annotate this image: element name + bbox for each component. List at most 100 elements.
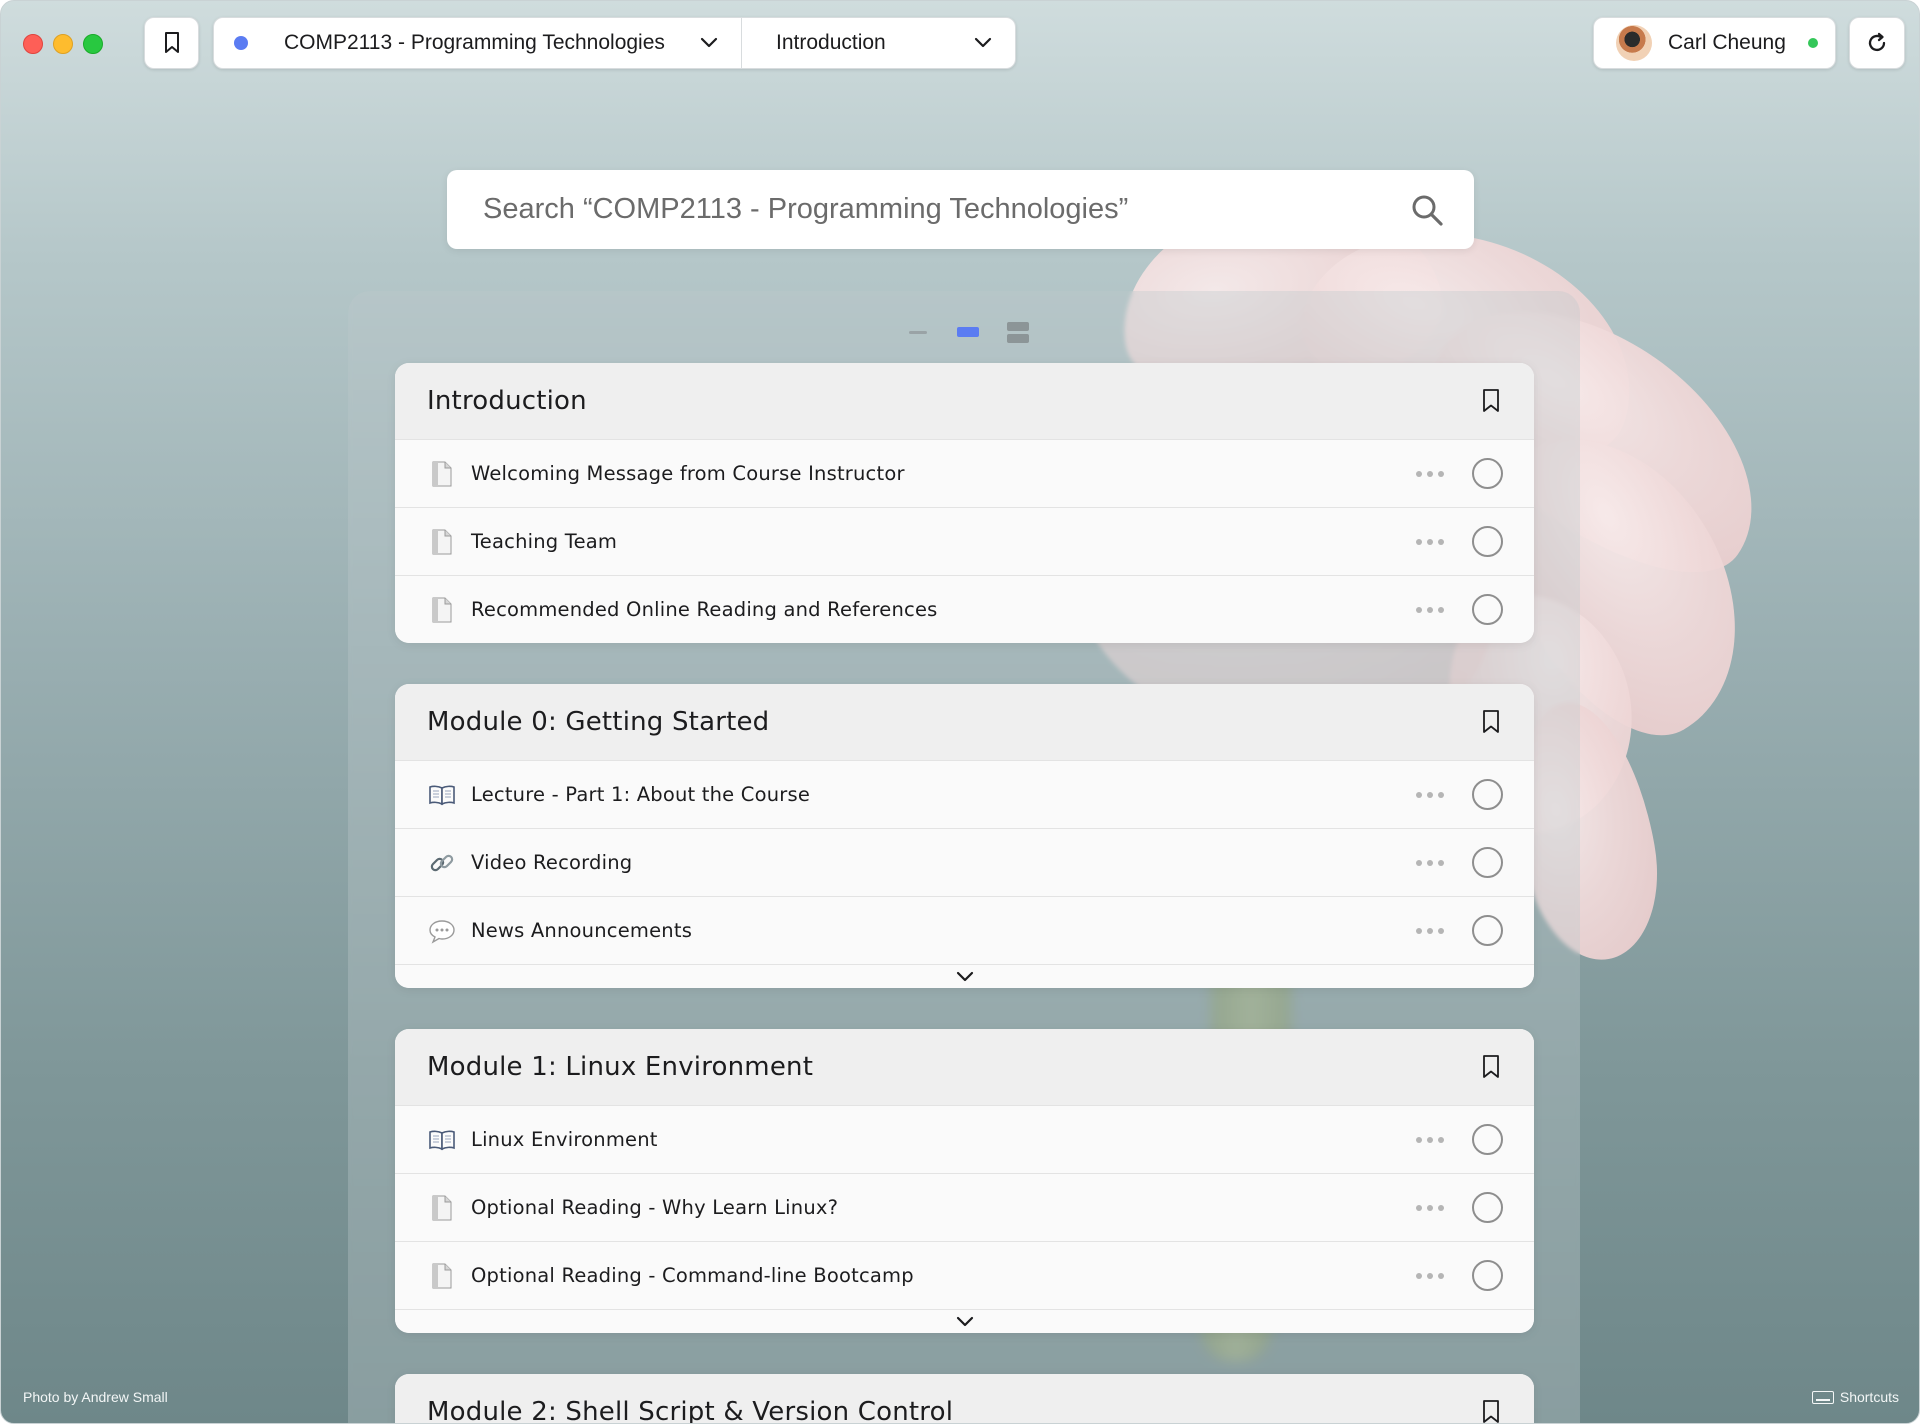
module-title: Introduction: [427, 386, 587, 416]
bookmark-icon: [1483, 1400, 1499, 1423]
module-card-introduction: Introduction Welcoming Message from Cour…: [395, 363, 1534, 643]
chevron-down-icon: [956, 1316, 973, 1326]
more-options-button[interactable]: [1416, 1272, 1444, 1279]
more-options-button[interactable]: [1416, 1136, 1444, 1143]
completion-checkbox[interactable]: [1472, 1124, 1503, 1155]
completion-checkbox[interactable]: [1472, 847, 1503, 878]
keyboard-icon: [1811, 1390, 1834, 1404]
module-header: Module 2: Shell Script & Version Control: [395, 1374, 1534, 1424]
list-item[interactable]: Teaching Team: [395, 507, 1534, 575]
completion-checkbox[interactable]: [1472, 526, 1503, 557]
list-item[interactable]: Optional Reading - Command-line Bootcamp: [395, 1241, 1534, 1309]
photo-credit[interactable]: Photo by Andrew Small: [23, 1389, 168, 1405]
expand-module-button[interactable]: [395, 964, 1534, 988]
window-controls: [23, 34, 103, 54]
item-label: Welcoming Message from Course Instructor: [471, 462, 905, 485]
completion-checkbox[interactable]: [1472, 1192, 1503, 1223]
chevron-down-icon: [695, 29, 723, 57]
view-cards-button[interactable]: [954, 319, 982, 345]
view-mode-toggle: [904, 319, 1032, 345]
document-icon: [427, 1261, 457, 1291]
module-header: Module 0: Getting Started: [395, 684, 1534, 760]
more-options-button[interactable]: [1416, 538, 1444, 545]
close-window-button[interactable]: [23, 34, 43, 54]
chevron-down-icon: [956, 971, 973, 981]
bookmark-icon: [1483, 1055, 1499, 1078]
book-icon: [427, 1125, 457, 1155]
online-status-indicator: [1807, 38, 1818, 48]
completion-checkbox[interactable]: [1472, 1260, 1503, 1291]
more-options-button[interactable]: [1416, 1204, 1444, 1211]
search-bar: [447, 170, 1474, 249]
item-label: News Announcements: [471, 919, 693, 942]
module-header: Introduction: [395, 363, 1534, 439]
module-title: Module 2: Shell Script & Version Control: [427, 1397, 954, 1424]
module-header: Module 1: Linux Environment: [395, 1029, 1534, 1105]
list-item[interactable]: Welcoming Message from Course Instructor: [395, 439, 1534, 507]
link-icon: [427, 848, 457, 878]
more-options-button[interactable]: [1416, 791, 1444, 798]
document-icon: [427, 1193, 457, 1223]
more-options-button[interactable]: [1416, 470, 1444, 477]
refresh-icon: [1868, 32, 1886, 52]
module-title: Module 1: Linux Environment: [427, 1052, 814, 1082]
book-icon: [427, 780, 457, 810]
refresh-button[interactable]: [1849, 17, 1905, 69]
user-name: Carl Cheung: [1668, 31, 1786, 54]
item-label: Lecture - Part 1: About the Course: [471, 783, 811, 806]
completion-checkbox[interactable]: [1472, 458, 1503, 489]
more-options-button[interactable]: [1416, 927, 1444, 934]
bookmark-module-button[interactable]: [1478, 386, 1504, 416]
list-item[interactable]: News Announcements: [395, 896, 1534, 964]
shortcuts-label: Shortcuts: [1839, 1389, 1899, 1405]
zoom-window-button[interactable]: [83, 34, 103, 54]
avatar: [1616, 25, 1652, 61]
view-compact-button[interactable]: [904, 319, 932, 345]
expand-module-button[interactable]: [395, 1309, 1534, 1333]
item-label: Linux Environment: [471, 1128, 658, 1151]
list-item[interactable]: Video Recording: [395, 828, 1534, 896]
document-icon: [427, 527, 457, 557]
search-icon[interactable]: [1410, 193, 1444, 227]
module-card-module-1: Module 1: Linux Environment Linux Enviro…: [395, 1029, 1534, 1333]
completion-checkbox[interactable]: [1472, 779, 1503, 810]
minimize-window-button[interactable]: [53, 34, 73, 54]
bookmarks-button[interactable]: [144, 17, 199, 69]
chevron-down-icon: [969, 29, 997, 57]
bookmark-module-button[interactable]: [1478, 707, 1504, 737]
section-selector[interactable]: Introduction: [742, 18, 1015, 68]
shortcuts-button[interactable]: Shortcuts: [1811, 1389, 1899, 1405]
more-options-button[interactable]: [1416, 606, 1444, 613]
bookmark-icon: [1483, 710, 1499, 733]
course-content-panel: Introduction Welcoming Message from Cour…: [348, 291, 1580, 1424]
course-selector[interactable]: COMP2113 - Programming Technologies: [214, 18, 742, 68]
bookmark-module-button[interactable]: [1478, 1397, 1504, 1423]
document-icon: [427, 459, 457, 489]
speech-bubble-icon: [427, 916, 457, 946]
item-label: Recommended Online Reading and Reference…: [471, 598, 938, 621]
more-options-button[interactable]: [1416, 859, 1444, 866]
search-input[interactable]: [483, 193, 1410, 226]
module-title: Module 0: Getting Started: [427, 707, 770, 737]
course-color-dot: [234, 36, 248, 50]
completion-checkbox[interactable]: [1472, 594, 1503, 625]
bookmark-icon: [164, 32, 179, 53]
module-card-module-0: Module 0: Getting Started Lecture - Part…: [395, 684, 1534, 988]
list-item[interactable]: Optional Reading - Why Learn Linux?: [395, 1173, 1534, 1241]
compact-view-icon: [909, 330, 927, 334]
module-card-module-2: Module 2: Shell Script & Version Control: [395, 1374, 1534, 1424]
completion-checkbox[interactable]: [1472, 915, 1503, 946]
list-item[interactable]: Lecture - Part 1: About the Course: [395, 760, 1534, 828]
bookmark-icon: [1483, 389, 1499, 412]
item-label: Video Recording: [471, 851, 633, 874]
app-window: COMP2113 - Programming Technologies Intr…: [0, 0, 1920, 1424]
bookmark-module-button[interactable]: [1478, 1052, 1504, 1082]
user-menu-button[interactable]: Carl Cheung: [1593, 17, 1836, 69]
course-section-switcher: COMP2113 - Programming Technologies Intr…: [213, 17, 1016, 69]
item-label: Optional Reading - Why Learn Linux?: [471, 1196, 839, 1219]
list-item[interactable]: Recommended Online Reading and Reference…: [395, 575, 1534, 643]
view-expanded-button[interactable]: [1004, 319, 1032, 345]
expanded-view-icon: [1007, 321, 1029, 343]
list-item[interactable]: Linux Environment: [395, 1105, 1534, 1173]
section-name: Introduction: [776, 31, 886, 54]
